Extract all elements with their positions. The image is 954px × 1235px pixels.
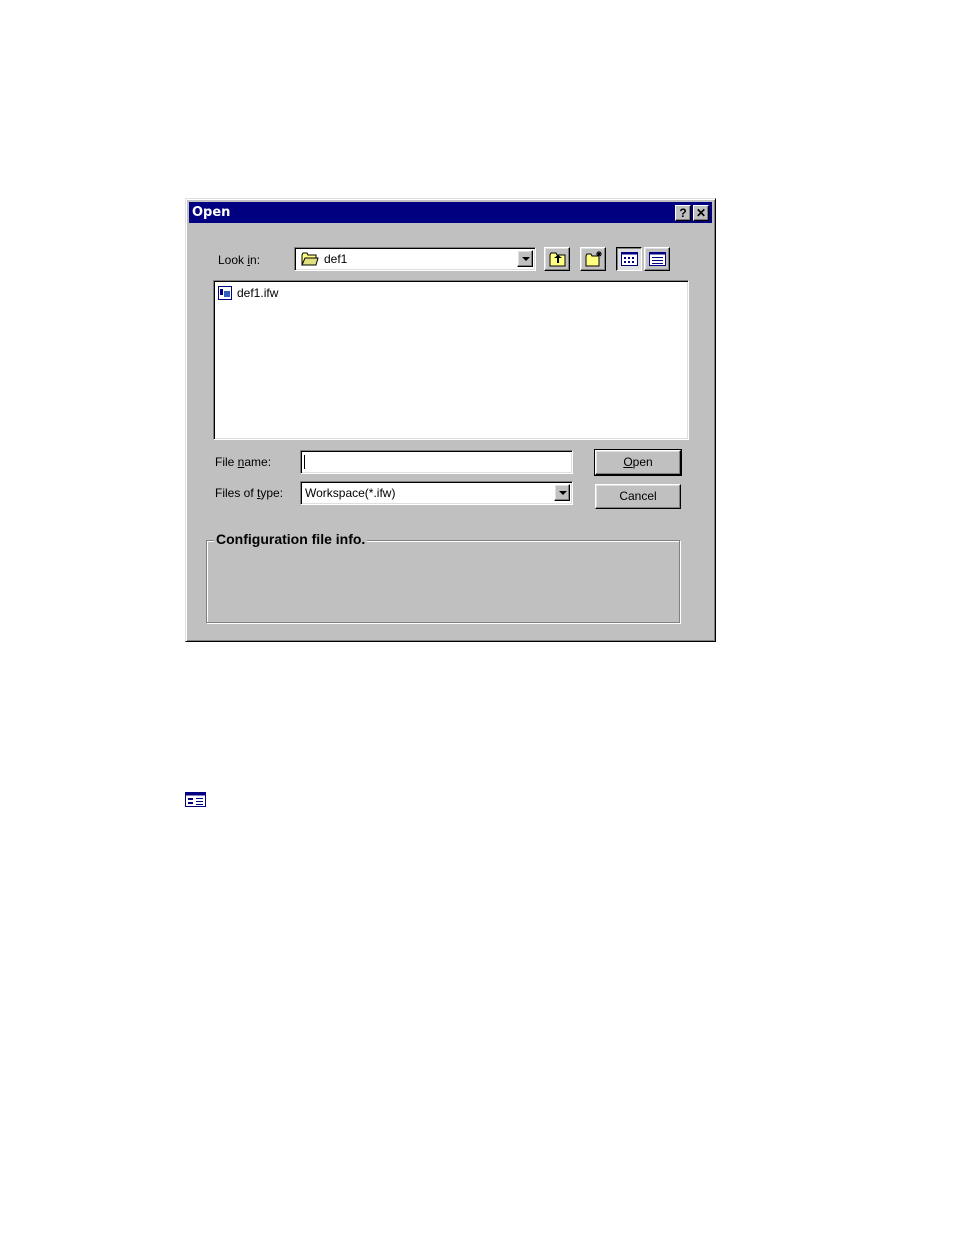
up-folder-icon [549, 252, 567, 270]
help-button[interactable]: ? [675, 205, 691, 221]
dialog-title: Open [192, 205, 231, 220]
workspace-file-icon [218, 286, 232, 303]
file-list[interactable]: def1.ifw [213, 280, 689, 440]
file-name-text: def1.ifw [237, 286, 279, 300]
details-view-button[interactable] [644, 247, 670, 271]
files-of-type-label: Files of type: [215, 486, 284, 500]
list-view-icon [621, 252, 638, 269]
file-type-dropdown-button[interactable] [554, 484, 570, 501]
look-in-label: Look in: [218, 253, 261, 267]
details-view-icon [649, 252, 666, 269]
close-button[interactable]: ✕ [693, 205, 709, 221]
up-one-level-button[interactable] [544, 247, 570, 271]
file-name-label: File name: [215, 455, 272, 469]
new-folder-icon [585, 251, 603, 270]
look-in-dropdown-button[interactable] [517, 250, 533, 267]
cancel-button[interactable]: Cancel [595, 484, 681, 509]
chevron-down-icon [559, 491, 567, 495]
configuration-info-group: Configuration file info. [206, 531, 680, 623]
folder-icon [301, 252, 319, 269]
chevron-down-icon [522, 257, 530, 261]
open-button[interactable]: Open [594, 449, 682, 476]
file-type-combo[interactable]: Workspace(*.ifw) [300, 481, 573, 505]
open-dialog: Open ? ✕ Look in: def1 def1.ifw File nam… [185, 198, 716, 642]
look-in-value: def1 [324, 252, 348, 266]
details-view-icon [185, 792, 206, 810]
configuration-info-title: Configuration file info. [214, 531, 368, 547]
file-name-input[interactable] [300, 450, 573, 474]
title-bar[interactable]: Open ? ✕ [189, 202, 712, 223]
create-new-folder-button[interactable] [580, 247, 606, 271]
file-type-value: Workspace(*.ifw) [305, 486, 396, 500]
list-view-button[interactable] [616, 247, 642, 271]
look-in-combo[interactable]: def1 [294, 247, 536, 271]
text-caret [304, 455, 305, 469]
